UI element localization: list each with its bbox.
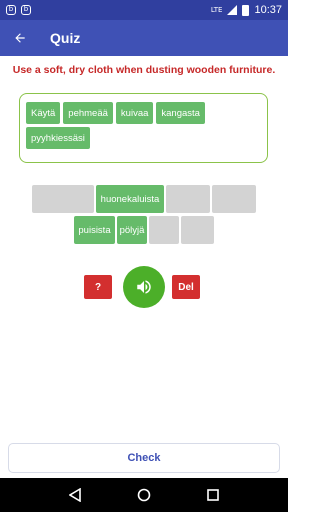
app-bar: Quiz bbox=[0, 20, 288, 56]
nav-back-button[interactable] bbox=[63, 483, 87, 507]
empty-word-slot bbox=[166, 185, 210, 213]
nav-recents-button[interactable] bbox=[201, 483, 225, 507]
system-nav-bar bbox=[0, 478, 288, 512]
word-bank-chip[interactable]: puisista bbox=[74, 216, 115, 244]
speaker-icon bbox=[137, 280, 151, 294]
speak-button[interactable] bbox=[123, 266, 165, 308]
answer-word[interactable]: pehmeää bbox=[63, 102, 113, 124]
signal-icon bbox=[227, 5, 238, 15]
square-recents-icon bbox=[207, 489, 220, 501]
empty-word-slot bbox=[212, 185, 256, 213]
triangle-back-icon bbox=[68, 488, 81, 502]
page-title: Quiz bbox=[50, 30, 81, 46]
answer-word[interactable]: pyyhkiessäsi bbox=[26, 127, 90, 149]
clock: 10:37 bbox=[254, 4, 282, 16]
answer-word[interactable]: kangasta bbox=[156, 102, 205, 124]
back-button[interactable] bbox=[0, 20, 40, 56]
source-sentence: Use a soft, dry cloth when dusting woode… bbox=[12, 64, 276, 76]
word-bank-chip[interactable]: huonekaluista bbox=[96, 185, 164, 213]
notification-icon: b bbox=[6, 5, 16, 15]
empty-word-slot bbox=[149, 216, 179, 244]
word-bank-row: puisista pölyjä bbox=[0, 216, 288, 244]
notification-icon: b bbox=[21, 5, 31, 15]
word-bank-chip[interactable]: pölyjä bbox=[117, 216, 147, 244]
word-bank-row: huonekaluista bbox=[0, 185, 288, 213]
circle-home-icon bbox=[137, 488, 151, 502]
network-type: LTE bbox=[210, 5, 223, 14]
empty-word-slot bbox=[32, 185, 94, 213]
answer-area: Käytä pehmeää kuivaa kangasta pyyhkiessä… bbox=[19, 93, 268, 163]
answer-word[interactable]: Käytä bbox=[26, 102, 61, 124]
answer-word[interactable]: kuivaa bbox=[115, 102, 154, 124]
empty-word-slot bbox=[181, 216, 214, 244]
check-button[interactable]: Check bbox=[8, 443, 280, 473]
hint-button[interactable]: ? bbox=[84, 275, 112, 299]
quiz-controls: ? Del bbox=[0, 266, 288, 308]
battery-icon bbox=[242, 4, 250, 16]
arrow-back-icon bbox=[15, 33, 25, 43]
delete-button[interactable]: Del bbox=[172, 275, 200, 299]
nav-home-button[interactable] bbox=[132, 483, 156, 507]
status-bar: b b LTE 10:37 bbox=[0, 0, 288, 20]
